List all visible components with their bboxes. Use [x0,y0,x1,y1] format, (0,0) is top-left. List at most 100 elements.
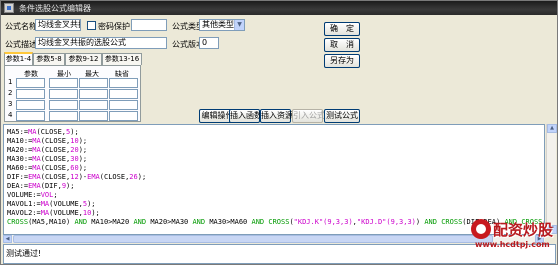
formula-name-input[interactable]: 均线金叉共振 [35,19,81,31]
watermark-text: 配资炒股 [493,221,554,239]
password-protect-label: 密码保护 [98,22,130,31]
code-token: MA10:= [7,137,33,145]
code-token: (CLOSE, [40,137,71,145]
code-token: MA [32,155,41,163]
insert-resource-button[interactable]: 插入资源 [260,109,293,123]
code-token: (CLOSE, [99,173,130,181]
code-token: AND [251,218,265,226]
code-line: MA10:=MA(CLOSE,10); [7,137,87,146]
code-token: 26 [129,173,138,181]
ok-button[interactable]: 确 定 [324,22,360,36]
code-token: MA10>MA20 [87,218,134,226]
param-max-input[interactable] [79,100,108,110]
code-token: MA [32,164,41,172]
chevron-down-icon[interactable]: ▼ [234,20,244,30]
formula-name-label: 公式名称 [5,22,37,31]
code-line: MA20:=MA(CLOSE,20); [7,146,87,155]
code-token: MA20>MA30 [146,218,193,226]
code-token: MA [28,128,37,136]
code-token: CROSS [441,218,463,226]
tab-params-1-4[interactable]: 参数1-4 [4,52,33,65]
param-name-input[interactable] [16,111,45,121]
code-token: MAVOL2:= [7,209,41,217]
param-default-input[interactable] [109,78,138,88]
param-row-number: 1 [8,78,13,86]
code-token: 60 [70,164,79,172]
window-title: 条件选股公式编辑器 [19,4,91,13]
formula-type-select[interactable]: 其他类型 ▼ [199,19,245,31]
code-token: MA [40,200,50,208]
password-protect-checkbox[interactable] [87,21,96,30]
code-line: MAVOL2:=MA(VOLUME,10); [7,209,100,218]
code-token: ; [53,191,58,199]
tab-params-13-16[interactable]: 参数13-16 [102,53,142,65]
code-token: MA [40,209,50,217]
scroll-thumb[interactable] [13,235,493,243]
param-min-input[interactable] [49,89,78,99]
password-input[interactable] [131,19,167,31]
watermark-url: www.hcdtpj.com [475,240,550,249]
param-name-input[interactable] [16,89,45,99]
form-area: 公式名称 均线金叉共振 密码保护 公式类型 其他类型 ▼ 公式描述 均线金叉共振… [1,15,557,124]
formula-desc-input[interactable]: 均线金叉共振的选股公式 [35,37,167,49]
code-token: MA [32,146,41,154]
code-token: 20 [70,146,79,154]
tab-params-5-8[interactable]: 参数5-8 [33,53,65,65]
code-line: DEA:=EMA(DIF,9); [7,182,74,191]
param-min-input[interactable] [49,78,78,88]
param-default-input[interactable] [109,89,138,99]
formula-version-input[interactable]: 0 [199,37,219,49]
code-line: VOLUME:=VOL; [7,191,58,200]
scroll-left-icon[interactable]: ◀ [3,235,12,243]
formula-type-value: 其他类型 [202,20,234,29]
code-token: MA5:= [7,128,29,136]
code-token: DEA:= [7,182,29,190]
code-token: VOL [40,191,54,199]
code-token: (CLOSE, [40,164,71,172]
param-name-input[interactable] [16,100,45,110]
code-line: CROSS(MA5,MA10) AND MA10>MA20 AND MA20>M… [7,218,544,227]
code-token: ); [87,200,96,208]
param-name-input[interactable] [16,78,45,88]
tab-params-9-12[interactable]: 参数9-12 [65,53,102,65]
code-token: AND [424,218,437,226]
code-line: MAVOL1:=MA(VOLUME,5); [7,200,96,209]
scroll-up-icon[interactable]: ▲ [547,124,557,133]
code-token: AND [74,218,88,226]
import-formula-button[interactable]: 引入公式 [292,109,325,123]
code-token: EMA [87,173,100,181]
code-token: "KDJ.D"(9,3,3) [356,218,416,226]
watermark-logo-icon [471,219,491,239]
code-token: ); [137,173,147,181]
param-max-input[interactable] [79,78,108,88]
code-token: 30 [70,155,79,163]
title-bar[interactable]: 条件选股公式编辑器 [1,1,557,15]
code-token: CROSS [268,218,290,226]
code-token: (DIF, [40,182,62,190]
test-formula-button[interactable]: 测试公式 [324,109,360,123]
code-token: ); [91,209,100,217]
code-token: "KDJ.K"(9,3,3) [293,218,353,226]
code-token: 12 [70,173,79,181]
formula-desc-label: 公式描述 [5,40,37,49]
horizontal-scrollbar[interactable]: ◀ ▶ [3,235,545,243]
param-default-input[interactable] [109,111,138,121]
code-token: ); [78,155,88,163]
save-as-button[interactable]: 另存为 [324,54,360,68]
param-max-input[interactable] [79,89,108,99]
code-token: EMA [28,173,41,181]
app-icon [4,3,14,13]
code-token: (CLOSE, [40,155,71,163]
param-min-input[interactable] [49,100,78,110]
param-default-input[interactable] [109,100,138,110]
param-min-input[interactable] [49,111,78,121]
code-token: )- [78,173,88,181]
code-token: DIF:= [7,173,29,181]
param-max-input[interactable] [79,111,108,121]
insert-function-button[interactable]: 插入函数 [229,109,262,123]
code-token: ); [78,164,88,172]
code-line: MA30:=MA(CLOSE,30); [7,155,87,164]
formula-code-editor[interactable]: MA5:=MA(CLOSE,5); MA10:=MA(CLOSE,10); MA20… [3,124,545,235]
cancel-button[interactable]: 取 消 [324,38,360,52]
param-row-number: 2 [8,89,13,97]
